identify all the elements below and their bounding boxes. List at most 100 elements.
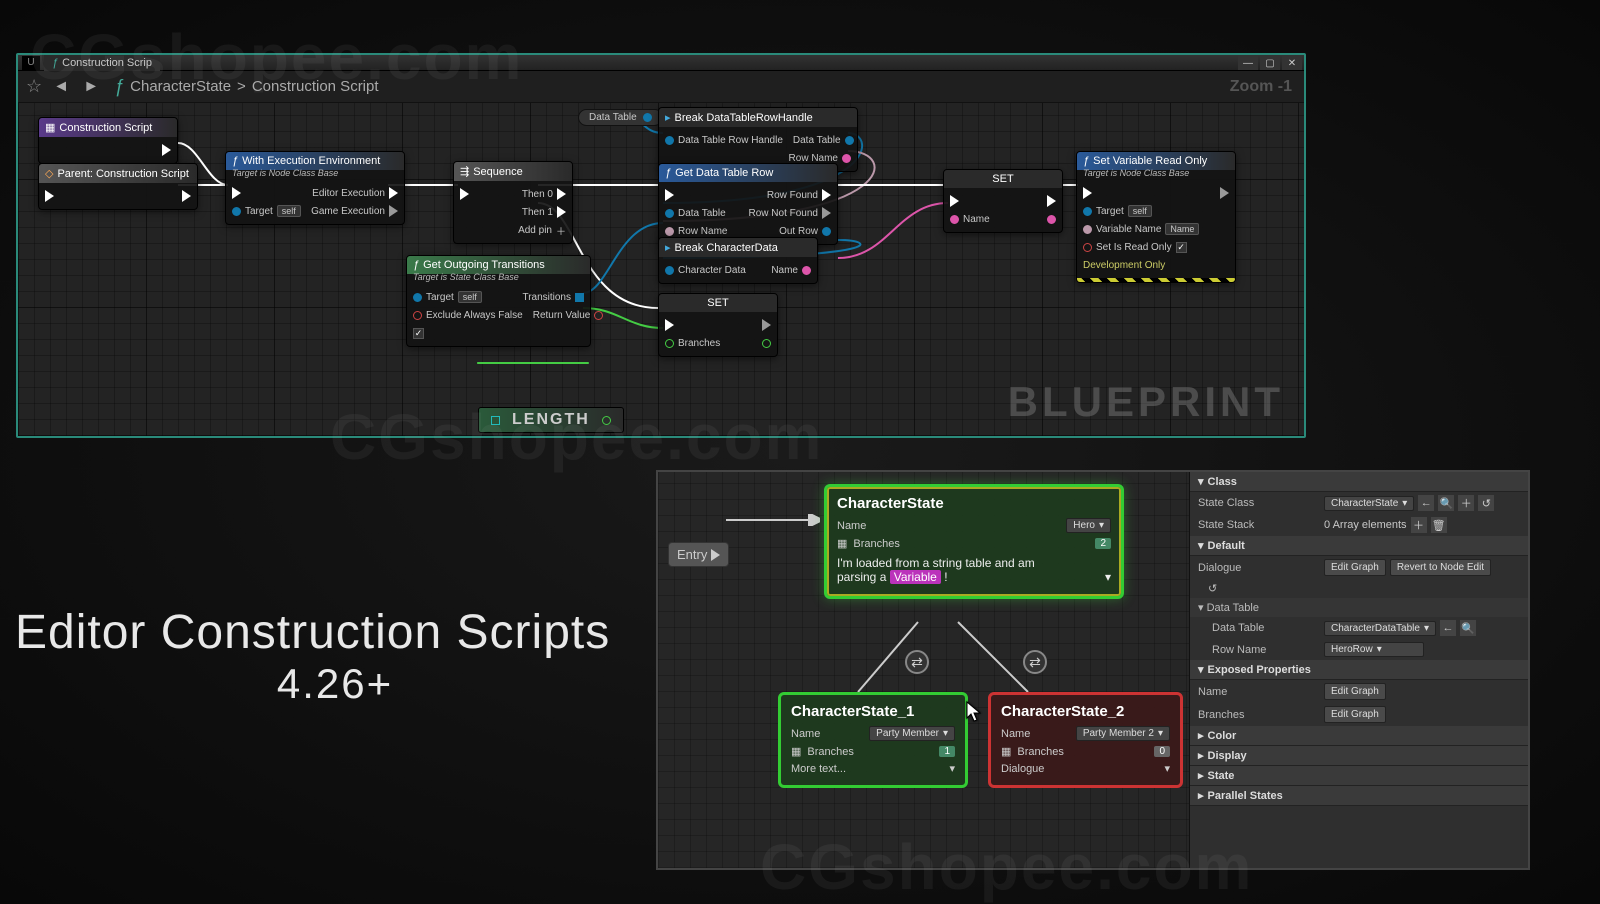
int-pin[interactable] — [762, 339, 771, 348]
out-pin[interactable] — [643, 113, 652, 122]
variable-get-data-table[interactable]: Data Table — [578, 109, 663, 126]
blueprint-canvas[interactable]: BLUEPRINT ▦Construction Script ◇Parent: — [18, 103, 1304, 436]
plus-icon[interactable]: ＋ — [1458, 495, 1474, 511]
node-with-exec-env[interactable]: ƒWith Execution Environment Target is No… — [225, 151, 405, 225]
nav-forward-button[interactable]: ► — [80, 76, 102, 98]
plus-icon[interactable]: ＋ — [1411, 517, 1427, 533]
struct-pin[interactable] — [665, 266, 674, 275]
revert-button[interactable]: Revert to Node Edit — [1390, 559, 1491, 576]
close-button[interactable]: ✕ — [1282, 56, 1302, 70]
object-pin[interactable] — [1083, 207, 1092, 216]
object-pin[interactable] — [665, 209, 674, 218]
sub-category[interactable]: ▾ Data Table — [1190, 598, 1528, 617]
transition-icon[interactable]: ⇄ — [1023, 650, 1047, 674]
category-default[interactable]: ▾ Default — [1190, 536, 1528, 556]
struct-pin[interactable] — [822, 227, 831, 236]
maximize-button[interactable]: ▢ — [1260, 56, 1280, 70]
name-dropdown[interactable]: Party Member▾ — [869, 726, 955, 741]
exec-out-pin[interactable] — [389, 205, 398, 217]
checkbox[interactable]: ✓ — [1176, 242, 1187, 253]
int-pin[interactable] — [665, 339, 674, 348]
data-table-dropdown[interactable]: CharacterDataTable▾ — [1324, 621, 1436, 636]
add-pin-label[interactable]: Add pin — [518, 225, 552, 236]
node-get-data-table-row[interactable]: ƒGet Data Table Row Row Found Data Table… — [658, 163, 838, 245]
node-length[interactable]: LENGTH — [478, 407, 624, 433]
bool-pin[interactable] — [413, 311, 422, 320]
category-color[interactable]: ▸ Color — [1190, 726, 1528, 746]
exec-in-pin[interactable] — [232, 187, 241, 199]
nav-back-button[interactable]: ◄ — [50, 76, 72, 98]
node-get-outgoing-transitions[interactable]: ƒGet Outgoing Transitions Target is Stat… — [406, 255, 591, 347]
chevron-down-icon[interactable]: ▾ — [1164, 762, 1170, 775]
node-sequence[interactable]: ⇶Sequence Then 0 Then 1 Add pin＋ — [453, 161, 573, 244]
exec-out-pin[interactable] — [557, 206, 566, 218]
array-in-pin[interactable] — [491, 416, 500, 425]
chevron-down-icon[interactable]: ▾ — [949, 762, 955, 775]
node-parent-call[interactable]: ◇Parent: Construction Script — [38, 163, 198, 210]
exec-out-pin[interactable] — [822, 189, 831, 201]
breadcrumb-function[interactable]: Construction Script — [252, 78, 379, 95]
chevron-down-icon[interactable]: ▾ — [1105, 570, 1111, 584]
name-pin[interactable] — [842, 154, 851, 163]
category-state[interactable]: ▸ State — [1190, 766, 1528, 786]
struct-pin[interactable] — [665, 136, 674, 145]
node-set-variable-read-only[interactable]: ƒSet Variable Read Only Target is Node C… — [1076, 151, 1236, 283]
array-pin[interactable] — [575, 293, 584, 302]
int-out-pin[interactable] — [602, 416, 611, 425]
trash-icon[interactable]: 🗑 — [1431, 517, 1447, 533]
exec-out-pin[interactable] — [762, 319, 771, 331]
bool-pin[interactable] — [1083, 243, 1092, 252]
name-dropdown[interactable]: Party Member 2▾ — [1076, 726, 1170, 741]
row-name-dropdown[interactable]: HeroRow▾ — [1324, 642, 1424, 657]
state-node-characterstate-1[interactable]: CharacterState_1 NameParty Member▾ ▦Bran… — [778, 692, 968, 788]
checkbox[interactable]: ✓ — [413, 328, 424, 339]
text-pin[interactable] — [950, 215, 959, 224]
arrow-left-icon[interactable]: ← — [1418, 495, 1434, 511]
name-value[interactable]: Name — [1165, 223, 1199, 235]
exec-out-pin[interactable] — [389, 187, 398, 199]
bool-pin[interactable] — [594, 311, 603, 320]
exec-out-pin[interactable] — [822, 207, 831, 219]
reset-icon[interactable]: ↺ — [1198, 582, 1318, 595]
category-parallel[interactable]: ▸ Parallel States — [1190, 786, 1528, 806]
exec-in-pin[interactable] — [665, 319, 674, 331]
state-class-dropdown[interactable]: CharacterState▾ — [1324, 496, 1414, 511]
name-pin[interactable] — [665, 227, 674, 236]
category-class[interactable]: ▾ Class — [1190, 472, 1528, 492]
exec-in-pin[interactable] — [1083, 187, 1092, 199]
exec-out-pin[interactable] — [711, 549, 720, 561]
text-pin[interactable] — [1047, 215, 1056, 224]
object-pin[interactable] — [413, 293, 422, 302]
plus-icon[interactable]: ＋ — [556, 223, 566, 238]
exec-out-pin[interactable] — [557, 188, 566, 200]
node-break-character-data[interactable]: ▸Break CharacterData Character DataName — [658, 237, 818, 284]
category-exposed[interactable]: ▾ Exposed Properties — [1190, 660, 1528, 680]
node-set-name[interactable]: SET Name — [943, 169, 1063, 233]
exec-in-pin[interactable] — [45, 190, 54, 202]
exec-in-pin[interactable] — [950, 195, 959, 207]
node-set-branches[interactable]: SET Branches — [658, 293, 778, 357]
exec-out-pin[interactable] — [182, 190, 191, 202]
state-node-characterstate[interactable]: CharacterState NameHero▾ ▦Branches2 I'm … — [824, 484, 1124, 599]
arrow-left-icon[interactable]: ← — [1440, 620, 1456, 636]
exec-in-pin[interactable] — [460, 188, 469, 200]
entry-node[interactable]: Entry — [668, 542, 729, 567]
edit-graph-button[interactable]: Edit Graph — [1324, 559, 1386, 576]
text-pin[interactable] — [802, 266, 811, 275]
favorite-icon[interactable]: ☆ — [26, 76, 42, 97]
exec-out-pin[interactable] — [1047, 195, 1056, 207]
object-pin[interactable] — [845, 136, 854, 145]
name-dropdown[interactable]: Hero▾ — [1066, 518, 1111, 533]
exec-out-pin[interactable] — [1220, 187, 1229, 199]
reset-icon[interactable]: ↺ — [1478, 495, 1494, 511]
edit-graph-button[interactable]: Edit Graph — [1324, 706, 1386, 723]
minimize-button[interactable]: — — [1238, 56, 1258, 70]
exec-out-pin[interactable] — [162, 144, 171, 156]
editor-tab[interactable]: ƒConstruction Scrip — [44, 55, 160, 71]
window-titlebar[interactable]: U ƒConstruction Scrip — ▢ ✕ — [18, 55, 1304, 71]
edit-graph-button[interactable]: Edit Graph — [1324, 683, 1386, 700]
exec-in-pin[interactable] — [665, 189, 674, 201]
category-display[interactable]: ▸ Display — [1190, 746, 1528, 766]
node-construction-script[interactable]: ▦Construction Script — [38, 117, 178, 164]
object-pin[interactable] — [232, 207, 241, 216]
